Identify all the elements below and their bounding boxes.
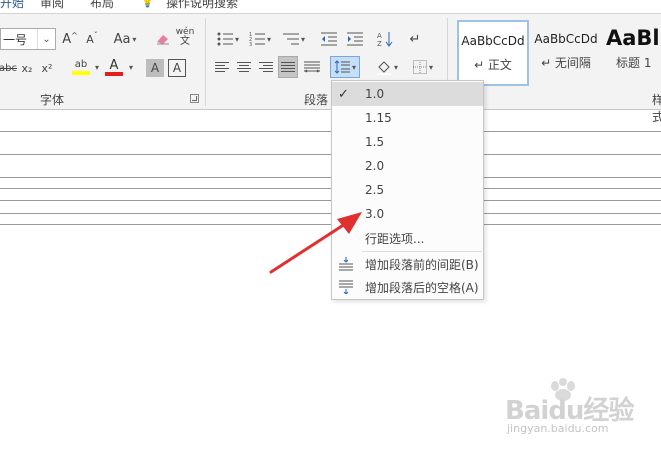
baidu-watermark: Baidu经验 jingyan.baidu.com	[505, 378, 655, 438]
watermark-url: jingyan.baidu.com	[507, 422, 609, 435]
